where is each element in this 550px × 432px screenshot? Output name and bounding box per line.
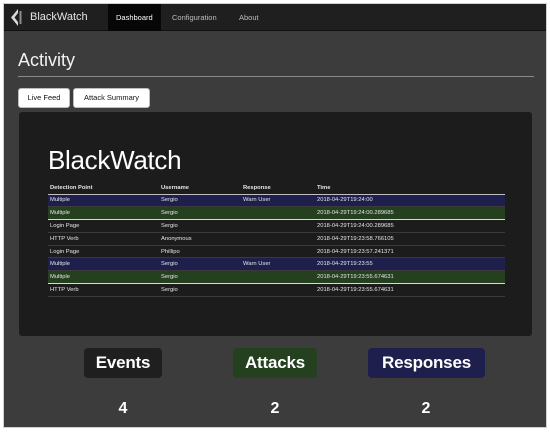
- table-row[interactable]: Multiple Sergio Warn User 2018-04-29T19:23:…: [48, 257, 505, 272]
- username-cell: Sergio: [159, 219, 241, 233]
- table-row[interactable]: HTTP Verb Sergio 2018-04-29T19:23:55.67463…: [48, 283, 505, 297]
- responses-badge: Responses: [368, 348, 485, 378]
- response-cell: [241, 245, 315, 259]
- time-cell: 2018-04-29T19:24:00.289685: [315, 219, 505, 233]
- time-cell: 2018-04-29T19:23:55: [315, 257, 505, 272]
- time-cell: 2018-04-29T19:23:57.241371: [315, 245, 505, 259]
- nav-tab-about[interactable]: About: [231, 4, 267, 31]
- detection-point-cell: Multiple: [48, 206, 159, 221]
- detection-point-cell: Multiple: [48, 257, 159, 272]
- username-cell: Sergio: [159, 194, 241, 208]
- username-cell: Phillipo: [159, 245, 241, 259]
- events-badge: Events: [84, 348, 162, 378]
- detection-point-cell: Login Page: [48, 245, 159, 259]
- column-header-time: Time: [315, 182, 505, 195]
- username-cell: Sergio: [159, 283, 241, 297]
- detection-point-cell: Multiple: [48, 194, 159, 208]
- navbar: BlackWatch Dashboard Configuration About: [4, 4, 546, 31]
- response-cell: [241, 283, 315, 297]
- table-row[interactable]: Login Page Phillipo 2018-04-29T19:23:57.24…: [48, 245, 505, 259]
- username-cell: Sergio: [159, 270, 241, 285]
- detection-point-cell: Multiple: [48, 270, 159, 285]
- username-cell: Anonymous: [159, 232, 241, 246]
- attack-summary-button[interactable]: Attack Summary: [73, 88, 150, 108]
- username-cell: Sergio: [159, 206, 241, 221]
- table-header-row: Detection Point Username Response Time: [48, 182, 505, 195]
- events-count: 4: [118, 400, 128, 417]
- table-row[interactable]: Multiple Sergio Warn User 2018-04-29T19:24:…: [48, 194, 505, 208]
- responses-count: 2: [421, 400, 431, 417]
- response-cell: [241, 206, 315, 221]
- detection-point-cell: Login Page: [48, 219, 159, 233]
- attacks-badge: Attacks: [233, 348, 317, 378]
- panel-title: BlackWatch: [48, 145, 182, 175]
- brand-name[interactable]: BlackWatch: [30, 11, 88, 23]
- title-divider: [18, 76, 534, 77]
- response-cell: [241, 232, 315, 246]
- page-title: Activity: [18, 50, 76, 70]
- detection-point-cell: HTTP Verb: [48, 232, 159, 246]
- nav-tab-dashboard[interactable]: Dashboard: [108, 4, 161, 31]
- response-cell: Warn User: [241, 194, 315, 208]
- events-table: Detection Point Username Response Time M…: [48, 182, 505, 297]
- time-cell: 2018-04-29T19:23:58.766105: [315, 232, 505, 246]
- column-header-username: Username: [159, 182, 241, 195]
- column-header-response: Response: [241, 182, 315, 195]
- time-cell: 2018-04-29T19:23:55.674631: [315, 283, 505, 297]
- response-cell: Warn User: [241, 257, 315, 272]
- username-cell: Sergio: [159, 257, 241, 272]
- attacks-count: 2: [270, 400, 280, 417]
- table-row[interactable]: HTTP Verb Anonymous 2018-04-29T19:23:58.76…: [48, 232, 505, 246]
- table-row[interactable]: Multiple Sergio 2018-04-29T19:24:00.289685: [48, 206, 505, 221]
- live-feed-button[interactable]: Live Feed: [18, 88, 70, 108]
- response-cell: [241, 270, 315, 285]
- table-row[interactable]: Login Page Sergio 2018-04-29T19:24:00.2896…: [48, 219, 505, 233]
- blackwatch-logo-icon: [11, 9, 22, 26]
- app-window: BlackWatch Dashboard Configuration About…: [3, 3, 547, 428]
- table-row[interactable]: Multiple Sergio 2018-04-29T19:23:55.674631: [48, 270, 505, 285]
- column-header-detection-point: Detection Point: [48, 182, 159, 195]
- live-feed-panel: BlackWatch Detection Point Username Resp…: [19, 112, 532, 336]
- nav-tab-configuration[interactable]: Configuration: [164, 4, 225, 31]
- detection-point-cell: HTTP Verb: [48, 283, 159, 297]
- time-cell: 2018-04-29T19:24:00.289685: [315, 206, 505, 221]
- response-cell: [241, 219, 315, 233]
- time-cell: 2018-04-29T19:24:00: [315, 194, 505, 208]
- time-cell: 2018-04-29T19:23:55.674631: [315, 270, 505, 285]
